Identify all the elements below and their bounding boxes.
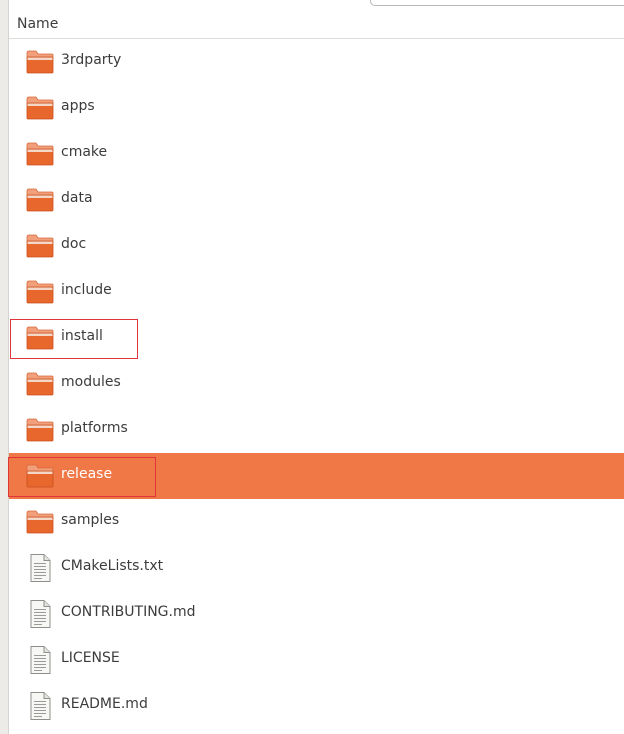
file-row-data[interactable]: data	[9, 177, 624, 223]
file-row-cmakelists-txt[interactable]: CMakeLists.txt	[9, 545, 624, 591]
file-name-label: data	[61, 190, 93, 206]
folder-icon	[25, 48, 55, 76]
annotation-highlight-box	[8, 457, 156, 497]
folder-icon	[25, 278, 55, 306]
file-row-platforms[interactable]: platforms	[9, 407, 624, 453]
folder-icon	[25, 140, 55, 168]
text-file-icon	[25, 646, 55, 674]
file-row-license[interactable]: LICENSE	[9, 637, 624, 683]
file-row-modules[interactable]: modules	[9, 361, 624, 407]
folder-icon	[25, 186, 55, 214]
file-name-label: modules	[61, 374, 121, 390]
column-header-name[interactable]: Name	[9, 8, 624, 39]
file-name-label: README.md	[61, 696, 148, 712]
file-name-label: CONTRIBUTING.md	[61, 604, 196, 620]
file-name-label: 3rdparty	[61, 52, 122, 68]
search-input[interactable]	[370, 0, 624, 6]
file-name-label: LICENSE	[61, 650, 120, 666]
file-name-label: samples	[61, 512, 120, 528]
file-name-label: cmake	[61, 144, 108, 160]
file-row-3rdparty[interactable]: 3rdparty	[9, 39, 624, 85]
file-name-label: include	[61, 282, 112, 298]
text-file-icon	[25, 692, 55, 720]
folder-icon	[25, 232, 55, 260]
folder-icon	[25, 508, 55, 536]
file-name-label: doc	[61, 236, 87, 252]
folder-icon	[25, 94, 55, 122]
annotation-highlight-box	[10, 319, 138, 359]
folder-icon	[25, 370, 55, 398]
text-file-icon	[25, 600, 55, 628]
file-row-readme-md[interactable]: README.md	[9, 683, 624, 729]
file-name-label: apps	[61, 98, 95, 114]
text-file-icon	[25, 554, 55, 582]
file-row-apps[interactable]: apps	[9, 85, 624, 131]
file-row-cmake[interactable]: cmake	[9, 131, 624, 177]
file-row-include[interactable]: include	[9, 269, 624, 315]
file-row-doc[interactable]: doc	[9, 223, 624, 269]
file-row-contributing-md[interactable]: CONTRIBUTING.md	[9, 591, 624, 637]
file-name-label: CMakeLists.txt	[61, 558, 164, 574]
column-header-label: Name	[17, 16, 59, 32]
file-manager-list-view: Name 3rdparty apps cmake data doc include inst…	[0, 0, 624, 734]
file-name-label: platforms	[61, 420, 128, 436]
file-row-samples[interactable]: samples	[9, 499, 624, 545]
sidebar-edge	[0, 0, 9, 734]
folder-icon	[25, 416, 55, 444]
